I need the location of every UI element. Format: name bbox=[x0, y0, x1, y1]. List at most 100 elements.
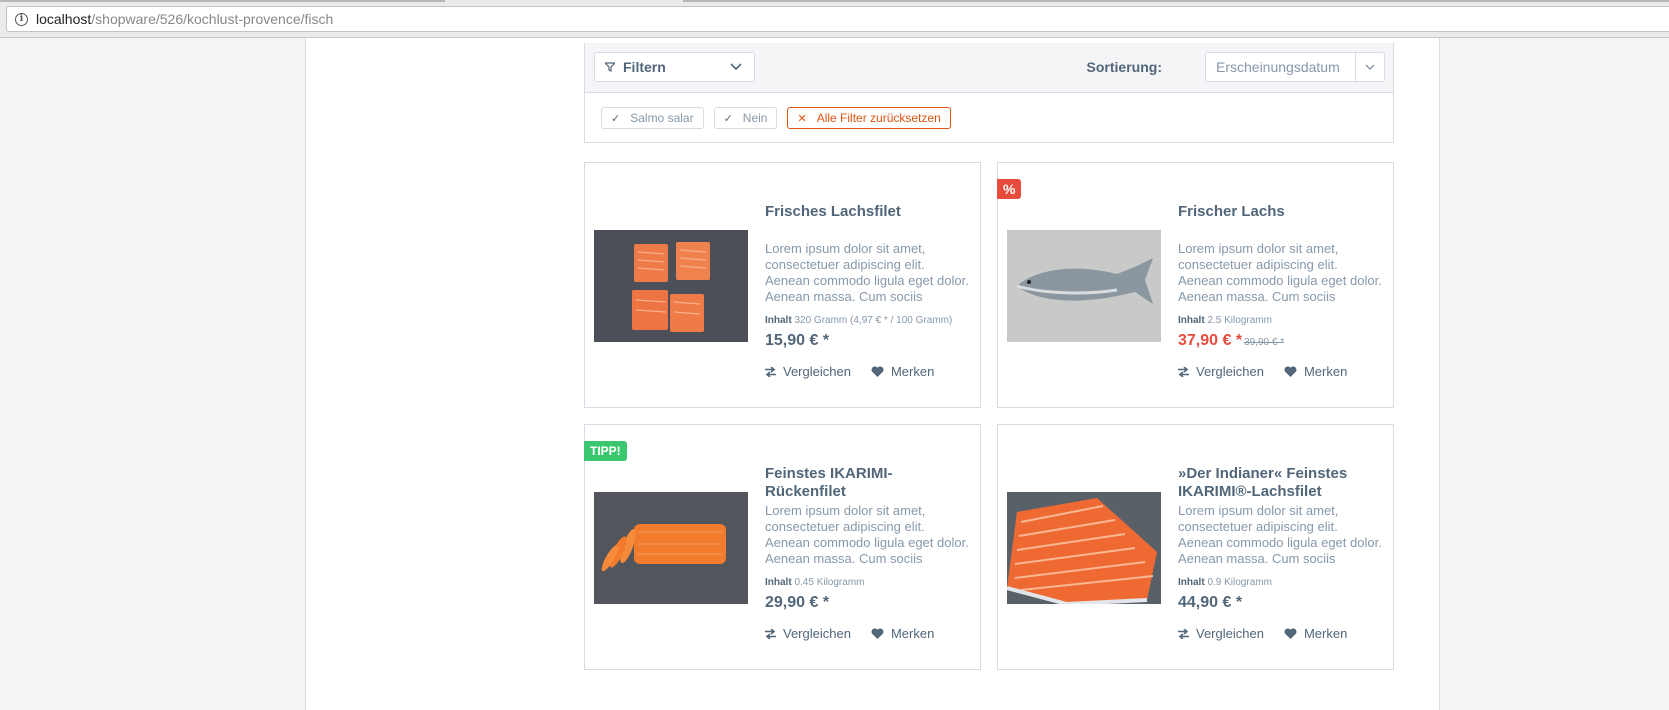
sort-dropdown-arrow[interactable] bbox=[1355, 53, 1384, 81]
product-description: Lorem ipsum dolor sit amet, consectetuer… bbox=[1178, 503, 1382, 566]
heart-icon bbox=[871, 365, 884, 377]
chevron-down-icon bbox=[730, 63, 742, 71]
compare-icon bbox=[765, 628, 776, 639]
unit-value: 2.5 Kilogramm bbox=[1207, 315, 1272, 326]
compare-label: Vergleichen bbox=[783, 626, 851, 641]
tab-divider bbox=[683, 0, 1669, 2]
url-field[interactable]: i localhost/shopware/526/kochlust-proven… bbox=[6, 6, 1669, 32]
browser-address-bar: i localhost/shopware/526/kochlust-proven… bbox=[0, 0, 1669, 38]
sort-value: Erscheinungsdatum bbox=[1216, 59, 1340, 75]
product-image[interactable] bbox=[594, 492, 748, 604]
product-unit: Inhalt 320 Gramm (4,97 € * / 100 Gramm) bbox=[765, 315, 970, 329]
compare-button[interactable]: Vergleichen bbox=[765, 626, 851, 641]
unit-value: 0.45 Kilogramm bbox=[794, 577, 865, 588]
unit-label: Inhalt bbox=[1178, 315, 1205, 326]
filter-button-label: Filtern bbox=[623, 59, 666, 75]
active-filter-chip[interactable]: ✓ Salmo salar bbox=[601, 107, 704, 129]
filter-bar: Filtern Sortierung: Erscheinungsdatum bbox=[585, 43, 1393, 93]
discount-badge: % bbox=[997, 179, 1022, 199]
product-description: Lorem ipsum dolor sit amet, consectetuer… bbox=[1178, 241, 1382, 304]
active-filter-list: ✓ Salmo salar ✓ Nein ✕ Alle Filter zurüc… bbox=[601, 107, 951, 129]
product-info: Frischer Lachs Lorem ipsum dolor sit ame… bbox=[1178, 203, 1383, 379]
product-actions: Vergleichen Merken bbox=[1178, 626, 1383, 641]
product-card[interactable]: »Der Indianer« Feinstes IKARIMI®-Lachsfi… bbox=[997, 424, 1394, 670]
product-card[interactable]: TIPP! Feinstes IKARIMI-Rückenfilet Lorem… bbox=[584, 424, 981, 670]
product-description: Lorem ipsum dolor sit amet, consectetuer… bbox=[765, 503, 969, 566]
url-host: localhost bbox=[36, 11, 92, 27]
filter-button[interactable]: Filtern bbox=[594, 52, 755, 82]
price-value: 15,90 € * bbox=[765, 332, 830, 349]
product-card[interactable]: Frisches Lachsfilet Lorem ipsum dolor si… bbox=[584, 162, 981, 408]
product-actions: Vergleichen Merken bbox=[765, 626, 970, 641]
product-image[interactable] bbox=[1007, 230, 1161, 342]
product-image[interactable] bbox=[594, 230, 748, 342]
product-card[interactable]: % Frischer Lachs Lorem ipsum dolor sit a… bbox=[997, 162, 1394, 408]
tab-divider bbox=[0, 0, 445, 2]
url-path: /shopware/526/kochlust-provence/fisch bbox=[91, 11, 334, 27]
funnel-icon bbox=[605, 62, 615, 72]
product-actions: Vergleichen Merken bbox=[1178, 364, 1383, 379]
product-title[interactable]: Frisches Lachsfilet bbox=[765, 203, 970, 239]
old-price: 39,90 € * bbox=[1244, 337, 1285, 348]
product-title[interactable]: »Der Indianer« Feinstes IKARIMI®-Lachsfi… bbox=[1178, 465, 1383, 501]
check-icon: ✓ bbox=[611, 112, 621, 125]
product-price: 29,90 € * bbox=[765, 594, 970, 616]
product-description: Lorem ipsum dolor sit amet, consectetuer… bbox=[765, 241, 969, 304]
compare-label: Vergleichen bbox=[783, 364, 851, 379]
tab-strip-line bbox=[0, 0, 1669, 3]
product-info: »Der Indianer« Feinstes IKARIMI®-Lachsfi… bbox=[1178, 465, 1383, 641]
reset-filters-button[interactable]: ✕ Alle Filter zurücksetzen bbox=[787, 107, 951, 129]
unit-value: 320 Gramm (4,97 € * / 100 Gramm) bbox=[794, 315, 953, 326]
active-filter-label: Nein bbox=[742, 111, 768, 125]
heart-icon bbox=[1284, 365, 1297, 377]
product-unit: Inhalt 0.45 Kilogramm bbox=[765, 577, 970, 591]
compare-label: Vergleichen bbox=[1196, 364, 1264, 379]
unit-label: Inhalt bbox=[1178, 577, 1205, 588]
tip-badge: TIPP! bbox=[584, 441, 627, 461]
wishlist-button[interactable]: Merken bbox=[871, 364, 934, 379]
heart-icon bbox=[871, 627, 884, 639]
check-icon: ✓ bbox=[723, 112, 733, 125]
compare-button[interactable]: Vergleichen bbox=[765, 364, 851, 379]
product-price: 44,90 € * bbox=[1178, 594, 1383, 616]
heart-icon bbox=[1284, 627, 1297, 639]
product-unit: Inhalt 0.9 Kilogramm bbox=[1178, 577, 1383, 591]
reset-filters-label: Alle Filter zurücksetzen bbox=[816, 111, 941, 125]
sort-label: Sortierung: bbox=[1086, 59, 1162, 75]
product-price: 37,90 € * 39,90 € * bbox=[1178, 332, 1383, 354]
wishlist-label: Merken bbox=[1303, 364, 1348, 379]
unit-value: 0.9 Kilogramm bbox=[1207, 577, 1272, 588]
wishlist-button[interactable]: Merken bbox=[1284, 364, 1347, 379]
close-icon: ✕ bbox=[797, 112, 807, 125]
chevron-down-icon bbox=[1365, 64, 1375, 70]
product-actions: Vergleichen Merken bbox=[765, 364, 970, 379]
product-title[interactable]: Feinstes IKARIMI-Rückenfilet bbox=[765, 465, 970, 501]
product-title[interactable]: Frischer Lachs bbox=[1178, 203, 1383, 239]
wishlist-label: Merken bbox=[1303, 626, 1348, 641]
active-filter-label: Salmo salar bbox=[630, 111, 694, 125]
compare-icon bbox=[765, 366, 776, 377]
wishlist-button[interactable]: Merken bbox=[1284, 626, 1347, 641]
info-icon[interactable]: i bbox=[15, 12, 28, 26]
compare-label: Vergleichen bbox=[1196, 626, 1264, 641]
product-unit: Inhalt 2.5 Kilogramm bbox=[1178, 315, 1383, 329]
price-value: 37,90 € * bbox=[1178, 332, 1243, 349]
compare-icon bbox=[1178, 628, 1189, 639]
product-info: Frisches Lachsfilet Lorem ipsum dolor si… bbox=[765, 203, 970, 379]
wishlist-label: Merken bbox=[890, 364, 935, 379]
filter-panel: Filtern Sortierung: Erscheinungsdatum ✓ … bbox=[584, 43, 1394, 143]
unit-label: Inhalt bbox=[765, 315, 792, 326]
compare-icon bbox=[1178, 366, 1189, 377]
price-value: 44,90 € * bbox=[1178, 594, 1243, 611]
product-price: 15,90 € * bbox=[765, 332, 970, 354]
wishlist-button[interactable]: Merken bbox=[871, 626, 934, 641]
compare-button[interactable]: Vergleichen bbox=[1178, 626, 1264, 641]
product-image[interactable] bbox=[1007, 492, 1161, 604]
product-info: Feinstes IKARIMI-Rückenfilet Lorem ipsum… bbox=[765, 465, 970, 641]
wishlist-label: Merken bbox=[890, 626, 935, 641]
unit-label: Inhalt bbox=[765, 577, 792, 588]
active-filter-chip[interactable]: ✓ Nein bbox=[713, 107, 778, 129]
price-value: 29,90 € * bbox=[765, 594, 830, 611]
compare-button[interactable]: Vergleichen bbox=[1178, 364, 1264, 379]
sort-select[interactable]: Erscheinungsdatum bbox=[1205, 52, 1385, 82]
